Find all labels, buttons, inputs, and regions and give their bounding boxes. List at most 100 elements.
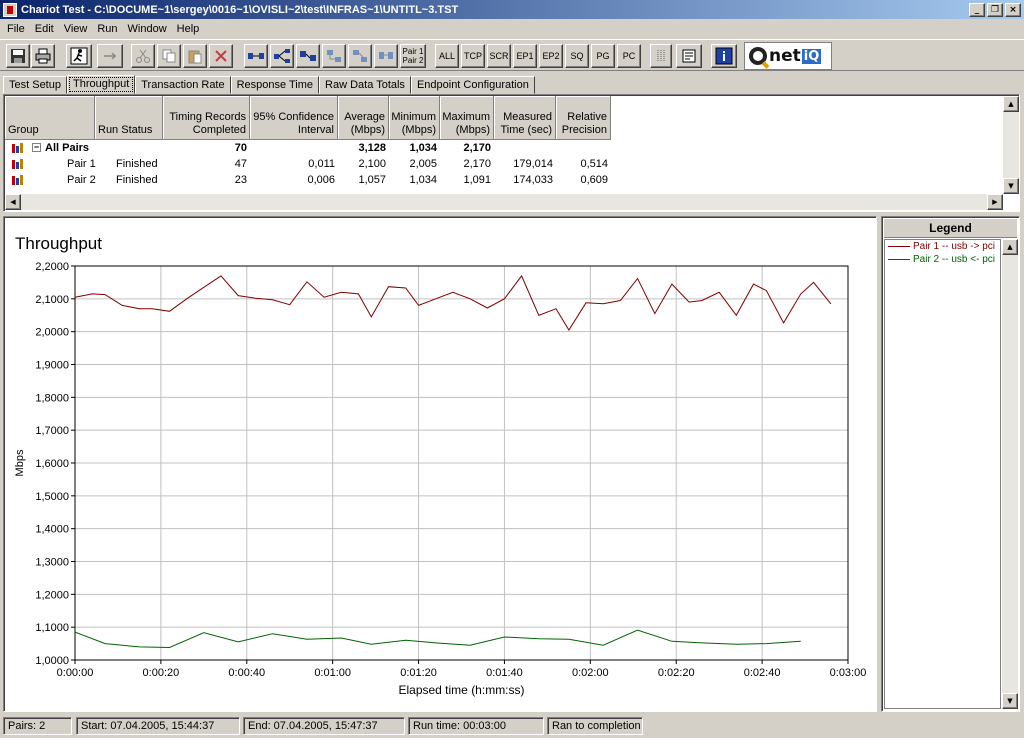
filter-ep1-button[interactable]: EP1 [513,44,537,68]
table-row-pair-2[interactable]: Pair 2 Finished 23 0,006 1,057 1,034 1,0… [5,172,1005,188]
stop-button[interactable] [97,44,123,68]
status-result: Ran to completion [547,717,643,735]
tab-raw-data-totals[interactable]: Raw Data Totals [319,76,411,94]
scroll-down-arrow-icon[interactable]: ▼ [1003,178,1019,194]
table-row-pair-1[interactable]: Pair 1 Finished 47 0,011 2,100 2,005 2,1… [5,156,1005,172]
column-header-measured-time[interactable]: Measured Time (sec) [494,96,556,140]
column-header-group[interactable]: Group [5,96,95,140]
x-tick-label: 0:00:00 [57,667,94,679]
tab-response-time[interactable]: Response Time [230,76,320,94]
menu-window[interactable]: Window [123,23,172,35]
add-pair-button[interactable] [244,44,268,68]
records-cell: 70 [234,142,247,154]
legend-item-pair-1[interactable]: Pair 1 -- usb -> pci [885,240,1000,253]
menu-run[interactable]: Run [92,23,122,35]
filter-tcp-button[interactable]: TCP [461,44,485,68]
table-row-all-pairs[interactable]: − All Pairs 70 3,128 1,034 2,170 [5,140,1005,156]
max-cell: 2,170 [463,158,491,170]
maximize-button[interactable]: ❐ [987,2,1003,17]
filter-pc-button[interactable]: PC [617,44,641,68]
cut-button[interactable] [131,44,155,68]
collapse-icon[interactable]: − [32,143,41,152]
time-cell: 179,014 [513,158,553,170]
grid-body: − All Pairs 70 3,128 1,034 2,170 Pair 1 … [5,140,1005,188]
time-cell: 174,033 [513,174,553,186]
status-cell: Finished [116,174,158,186]
pair-link-icon [248,53,264,59]
x-tick-label: 0:01:40 [486,667,523,679]
scroll-left-arrow-icon[interactable]: ◀ [5,194,21,210]
tab-transaction-rate[interactable]: Transaction Rate [135,76,231,94]
paste-button[interactable] [183,44,207,68]
x-tick-label: 0:00:40 [228,667,265,679]
filter-ep2-button[interactable]: EP2 [539,44,563,68]
run-button[interactable] [66,44,92,68]
tab-strip: Test Setup Throughput Transaction Rate R… [3,75,535,94]
avg-cell: 3,128 [358,142,386,154]
precision-cell: 0,514 [580,158,608,170]
legend-item-pair-2[interactable]: Pair 2 -- usb <- pci [885,253,1000,266]
ci-cell: 0,011 [308,158,335,170]
close-button[interactable]: × [1005,2,1021,17]
x-tick-label: 0:00:20 [143,667,180,679]
pair-chart-icon [12,159,23,169]
x-tick-label: 0:02:00 [572,667,609,679]
scroll-up-arrow-icon[interactable]: ▲ [1002,239,1018,255]
filter-all-button[interactable]: ALL [435,44,459,68]
column-header-confidence-interval[interactable]: 95% Confidence Interval [250,96,338,140]
column-header-relative-precision[interactable]: Relative Precision [556,96,611,140]
column-header-run-status[interactable]: Run Status [95,96,163,140]
add-multicast-button[interactable] [270,44,294,68]
scroll-right-arrow-icon[interactable]: ▶ [987,194,1003,210]
copy-button[interactable] [157,44,181,68]
delete-button[interactable] [209,44,233,68]
min-cell: 1,034 [409,174,437,186]
series-line-pair-2[interactable] [74,629,801,649]
scroll-up-arrow-icon[interactable]: ▲ [1003,96,1019,112]
scroll-down-arrow-icon[interactable]: ▼ [1002,693,1018,709]
text-view-button[interactable] [676,44,702,68]
menu-file[interactable]: File [2,23,30,35]
minimize-button[interactable]: _ [969,2,985,17]
netiq-q-icon [749,47,767,65]
pair-select-button[interactable]: Pair 1 Pair 2 [400,44,426,68]
throughput-chart: Throughput Mbps Elapsed time (h:mm:ss) 1… [14,234,866,697]
series-line-pair-1[interactable] [74,274,832,331]
legend-vertical-scrollbar[interactable]: ▲ ▼ [1002,239,1018,709]
filter-scr-button[interactable]: SCR [487,44,511,68]
print-button[interactable] [31,44,55,68]
app-icon[interactable] [3,2,17,17]
menu-help[interactable]: Help [172,23,205,35]
y-tick-label: 1,4000 [35,524,69,536]
tab-test-setup[interactable]: Test Setup [3,76,67,94]
columns-icon [657,50,665,62]
rename-button[interactable] [374,44,398,68]
tab-endpoint-configuration[interactable]: Endpoint Configuration [410,76,535,94]
column-header-timing-records[interactable]: Timing Records Completed [163,96,250,140]
filter-sq-button[interactable]: SQ [565,44,589,68]
scissors-icon [136,49,150,63]
menu-edit[interactable]: Edit [30,23,59,35]
floppy-disk-icon [11,49,25,63]
info-icon [715,47,733,65]
column-header-average[interactable]: Average (Mbps) [338,96,389,140]
title-bar: Chariot Test - C:\DOCUME~1\sergey\0016~1… [0,0,1024,19]
info-button[interactable] [711,44,737,68]
edit-pair-button[interactable] [296,44,320,68]
min-cell: 1,034 [409,142,437,154]
column-header-minimum[interactable]: Minimum (Mbps) [389,96,440,140]
tab-throughput[interactable]: Throughput [66,75,136,94]
grid-vertical-scrollbar[interactable]: ▲ ▼ [1003,96,1019,194]
stop-arrows-icon [104,52,117,60]
swap-button[interactable] [348,44,372,68]
replicate-button[interactable] [322,44,346,68]
legend-panel: Legend Pair 1 -- usb -> pci Pair 2 -- us… [881,216,1020,712]
x-tick-label: 0:01:20 [400,667,437,679]
copy-icon [162,49,176,63]
column-header-maximum[interactable]: Maximum (Mbps) [440,96,494,140]
grid-horizontal-scrollbar[interactable]: ◀ ▶ [5,194,1003,210]
save-button[interactable] [6,44,30,68]
columns-button[interactable] [650,44,672,68]
filter-pg-button[interactable]: PG [591,44,615,68]
menu-view[interactable]: View [59,23,93,35]
